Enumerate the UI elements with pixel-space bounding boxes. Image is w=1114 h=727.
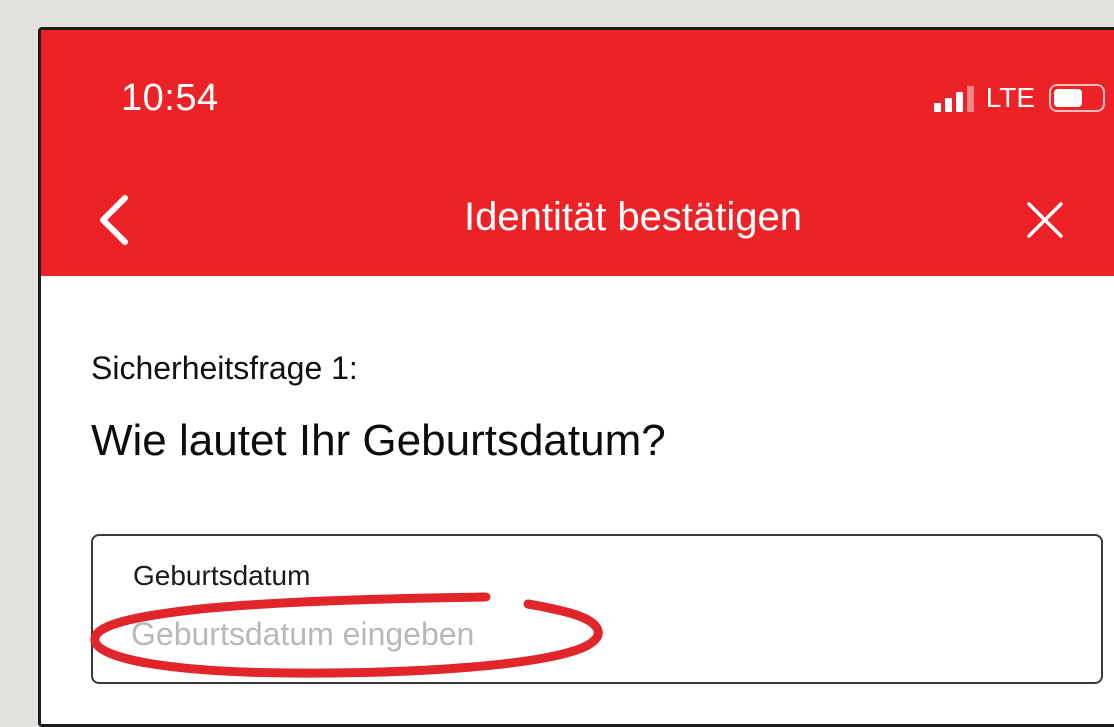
network-type: LTE [985,82,1035,113]
phone-screen: 10:54 LTE Identität bestätigen Sicherhei… [38,27,1114,727]
close-button[interactable] [1021,196,1069,244]
page-title: Identität bestätigen [463,195,803,239]
question-text: Wie lautet Ihr Geburtsdatum? [91,416,666,465]
app-header: 10:54 LTE Identität bestätigen [41,30,1114,276]
status-indicators: LTE [933,82,1105,114]
signal-icon [933,84,974,112]
birthdate-field[interactable]: Geburtsdatum [91,534,1103,684]
battery-level [1054,89,1083,107]
birthdate-field-label: Geburtsdatum [133,560,311,591]
battery-icon [1049,84,1105,112]
close-icon [1027,202,1063,238]
status-time: 10:54 [121,77,219,119]
birthdate-input[interactable] [131,616,831,653]
question-label: Sicherheitsfrage 1: [91,350,358,386]
